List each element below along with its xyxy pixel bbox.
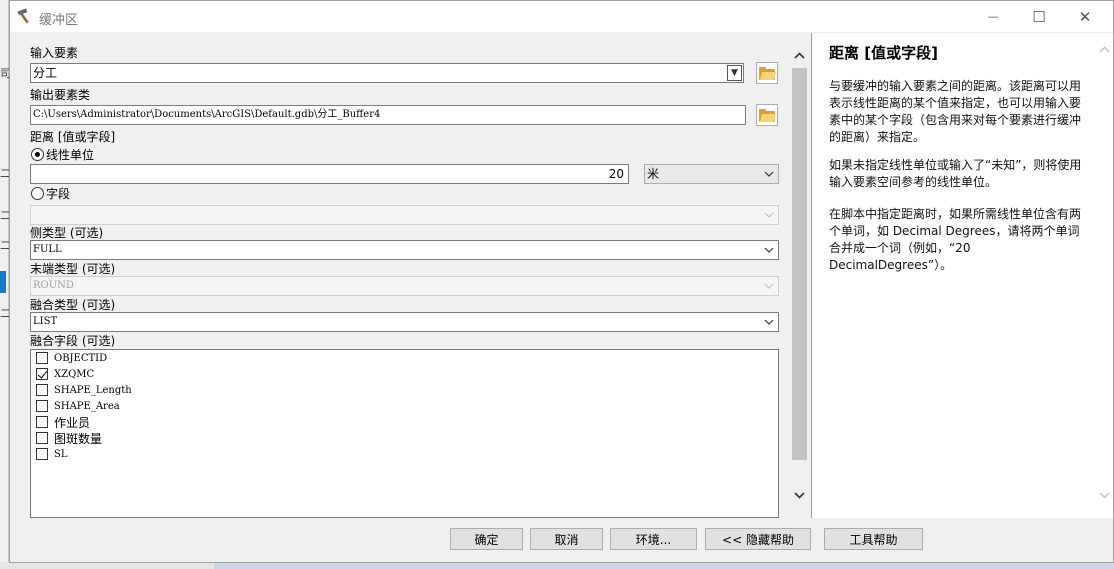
list-item-label: 作业员	[54, 415, 91, 430]
help-paragraph: 与要缓冲的输入要素之间的距离。该距离可以用表示线性距离的某个值来指定，也可以用输…	[829, 79, 1082, 144]
parameters-scrollbar[interactable]	[791, 43, 808, 518]
checkbox[interactable]	[36, 384, 48, 396]
environments-button[interactable]: 环境...	[610, 528, 697, 550]
ok-button[interactable]: 确定	[450, 528, 523, 550]
field-radio-label: 字段	[46, 187, 71, 201]
list-item[interactable]: XZQMC	[36, 366, 94, 382]
maximize-button[interactable]: ☐	[1016, 1, 1062, 32]
list-item[interactable]: SHAPE_Area	[36, 398, 120, 414]
list-item[interactable]: OBJECTID	[36, 350, 107, 366]
buffer-dialog: 缓冲区 — ☐ ✕ 输入要素 分工 ▼ 输出要素类 C:\Users\Admin…	[9, 0, 1114, 563]
help-paragraph: 如果未指定线性单位或输入了“未知”，则将使用输入要素空间参考的线性单位。	[829, 158, 1082, 189]
background-mark: 二	[0, 239, 11, 252]
background-app-bottom	[0, 562, 1114, 569]
input-features-browse-button[interactable]	[756, 62, 778, 84]
dissolve-fields-list[interactable]: OBJECTID XZQMC SHAPE_Length SHAPE_Area 作…	[30, 349, 779, 518]
chevron-up-icon[interactable]	[1096, 41, 1113, 58]
dissolve-type-value: LIST	[33, 316, 58, 327]
checkbox[interactable]	[36, 400, 48, 412]
linear-unit-radio[interactable]	[31, 148, 44, 161]
list-item-label: SHAPE_Area	[54, 400, 120, 412]
chevron-down-icon[interactable]	[1096, 487, 1113, 504]
output-feature-class-input[interactable]: C:\Users\Administrator\Documents\ArcGIS\…	[30, 105, 746, 125]
list-item-label: XZQMC	[54, 368, 95, 380]
distance-field-select[interactable]	[30, 205, 779, 225]
help-paragraph: 在脚本中指定距离时，如果所需线性单位含有两个单词，如 Decimal Degre…	[829, 207, 1082, 272]
background-mark: 二	[0, 167, 11, 180]
chevron-down-icon[interactable]: ▼	[727, 65, 742, 81]
chevron-down-icon[interactable]	[791, 487, 808, 504]
title-bar[interactable]: 缓冲区 — ☐ ✕	[10, 1, 1113, 32]
distance-unit-value: 米	[647, 167, 660, 181]
dissolve-fields-label: 融合字段 (可选)	[30, 334, 116, 348]
minimize-button[interactable]: —	[970, 1, 1016, 32]
close-icon: ✕	[1078, 7, 1092, 26]
scrollbar-thumb[interactable]	[792, 68, 807, 460]
chevron-down-icon	[760, 241, 778, 259]
tool-help-button[interactable]: 工具帮助	[824, 528, 923, 550]
input-features-value: 分工	[33, 66, 58, 80]
distance-label: 距离 [值或字段]	[30, 130, 116, 144]
window-title: 缓冲区	[39, 13, 79, 28]
dissolve-type-label: 融合类型 (可选)	[30, 298, 116, 312]
output-feature-class-label: 输出要素类	[30, 88, 91, 102]
end-type-select[interactable]: ROUND	[30, 276, 779, 296]
distance-unit-select[interactable]: 米	[644, 164, 779, 184]
help-pane: 距离 [值或字段] 与要缓冲的输入要素之间的距离。该距离可以用表示线性距离的某个…	[811, 33, 1113, 518]
folder-icon	[759, 108, 777, 122]
chevron-down-icon	[760, 206, 778, 224]
side-type-value: FULL	[33, 244, 62, 255]
list-item-label: SHAPE_Length	[54, 384, 132, 396]
checkbox[interactable]	[36, 368, 48, 380]
folder-icon	[759, 66, 777, 80]
list-item-label: OBJECTID	[54, 352, 108, 364]
checkbox[interactable]	[36, 416, 48, 428]
parameters-pane: 输入要素 分工 ▼ 输出要素类 C:\Users\Administrator\D…	[11, 33, 808, 518]
background-selection-bar	[0, 271, 6, 293]
list-item[interactable]: SL	[36, 446, 68, 462]
chevron-down-icon	[760, 313, 778, 331]
side-type-label: 侧类型 (可选)	[30, 226, 104, 240]
field-radio[interactable]	[31, 187, 44, 200]
list-item[interactable]: 作业员	[36, 414, 90, 430]
background-mark: 二	[0, 209, 11, 222]
maximize-icon: ☐	[1032, 7, 1046, 26]
background-mark: 司	[0, 67, 11, 80]
help-title: 距离 [值或字段]	[829, 44, 938, 62]
cancel-button[interactable]: 取消	[530, 528, 603, 550]
background-mark: 二	[0, 307, 11, 320]
side-type-select[interactable]: FULL	[30, 240, 779, 260]
chevron-down-icon	[760, 165, 778, 183]
close-button[interactable]: ✕	[1062, 1, 1108, 32]
output-feature-class-browse-button[interactable]	[756, 104, 778, 126]
list-item[interactable]: 图斑数量	[36, 430, 102, 446]
linear-unit-label: 线性单位	[46, 148, 95, 162]
dissolve-type-select[interactable]: LIST	[30, 312, 779, 332]
list-item-label: SL	[54, 448, 68, 460]
checkbox[interactable]	[36, 352, 48, 364]
end-type-label: 末端类型 (可选)	[30, 262, 116, 276]
list-item[interactable]: SHAPE_Length	[36, 382, 132, 398]
background-app-strip: 司 二 二 二 二	[0, 0, 11, 569]
checkbox[interactable]	[36, 432, 48, 444]
help-scrollbar[interactable]	[1096, 33, 1113, 518]
end-type-value: ROUND	[33, 280, 74, 291]
checkbox[interactable]	[36, 448, 48, 460]
input-features-label: 输入要素	[30, 46, 79, 60]
hammer-icon	[16, 7, 34, 25]
input-features-select[interactable]: 分工 ▼	[30, 63, 744, 83]
minimize-icon: —	[987, 10, 999, 23]
list-item-label: 图斑数量	[54, 431, 103, 446]
distance-value-input[interactable]: 20	[30, 164, 629, 184]
chevron-up-icon[interactable]	[791, 47, 808, 64]
hide-help-button[interactable]: << 隐藏帮助	[705, 528, 811, 550]
chevron-down-icon	[760, 277, 778, 295]
